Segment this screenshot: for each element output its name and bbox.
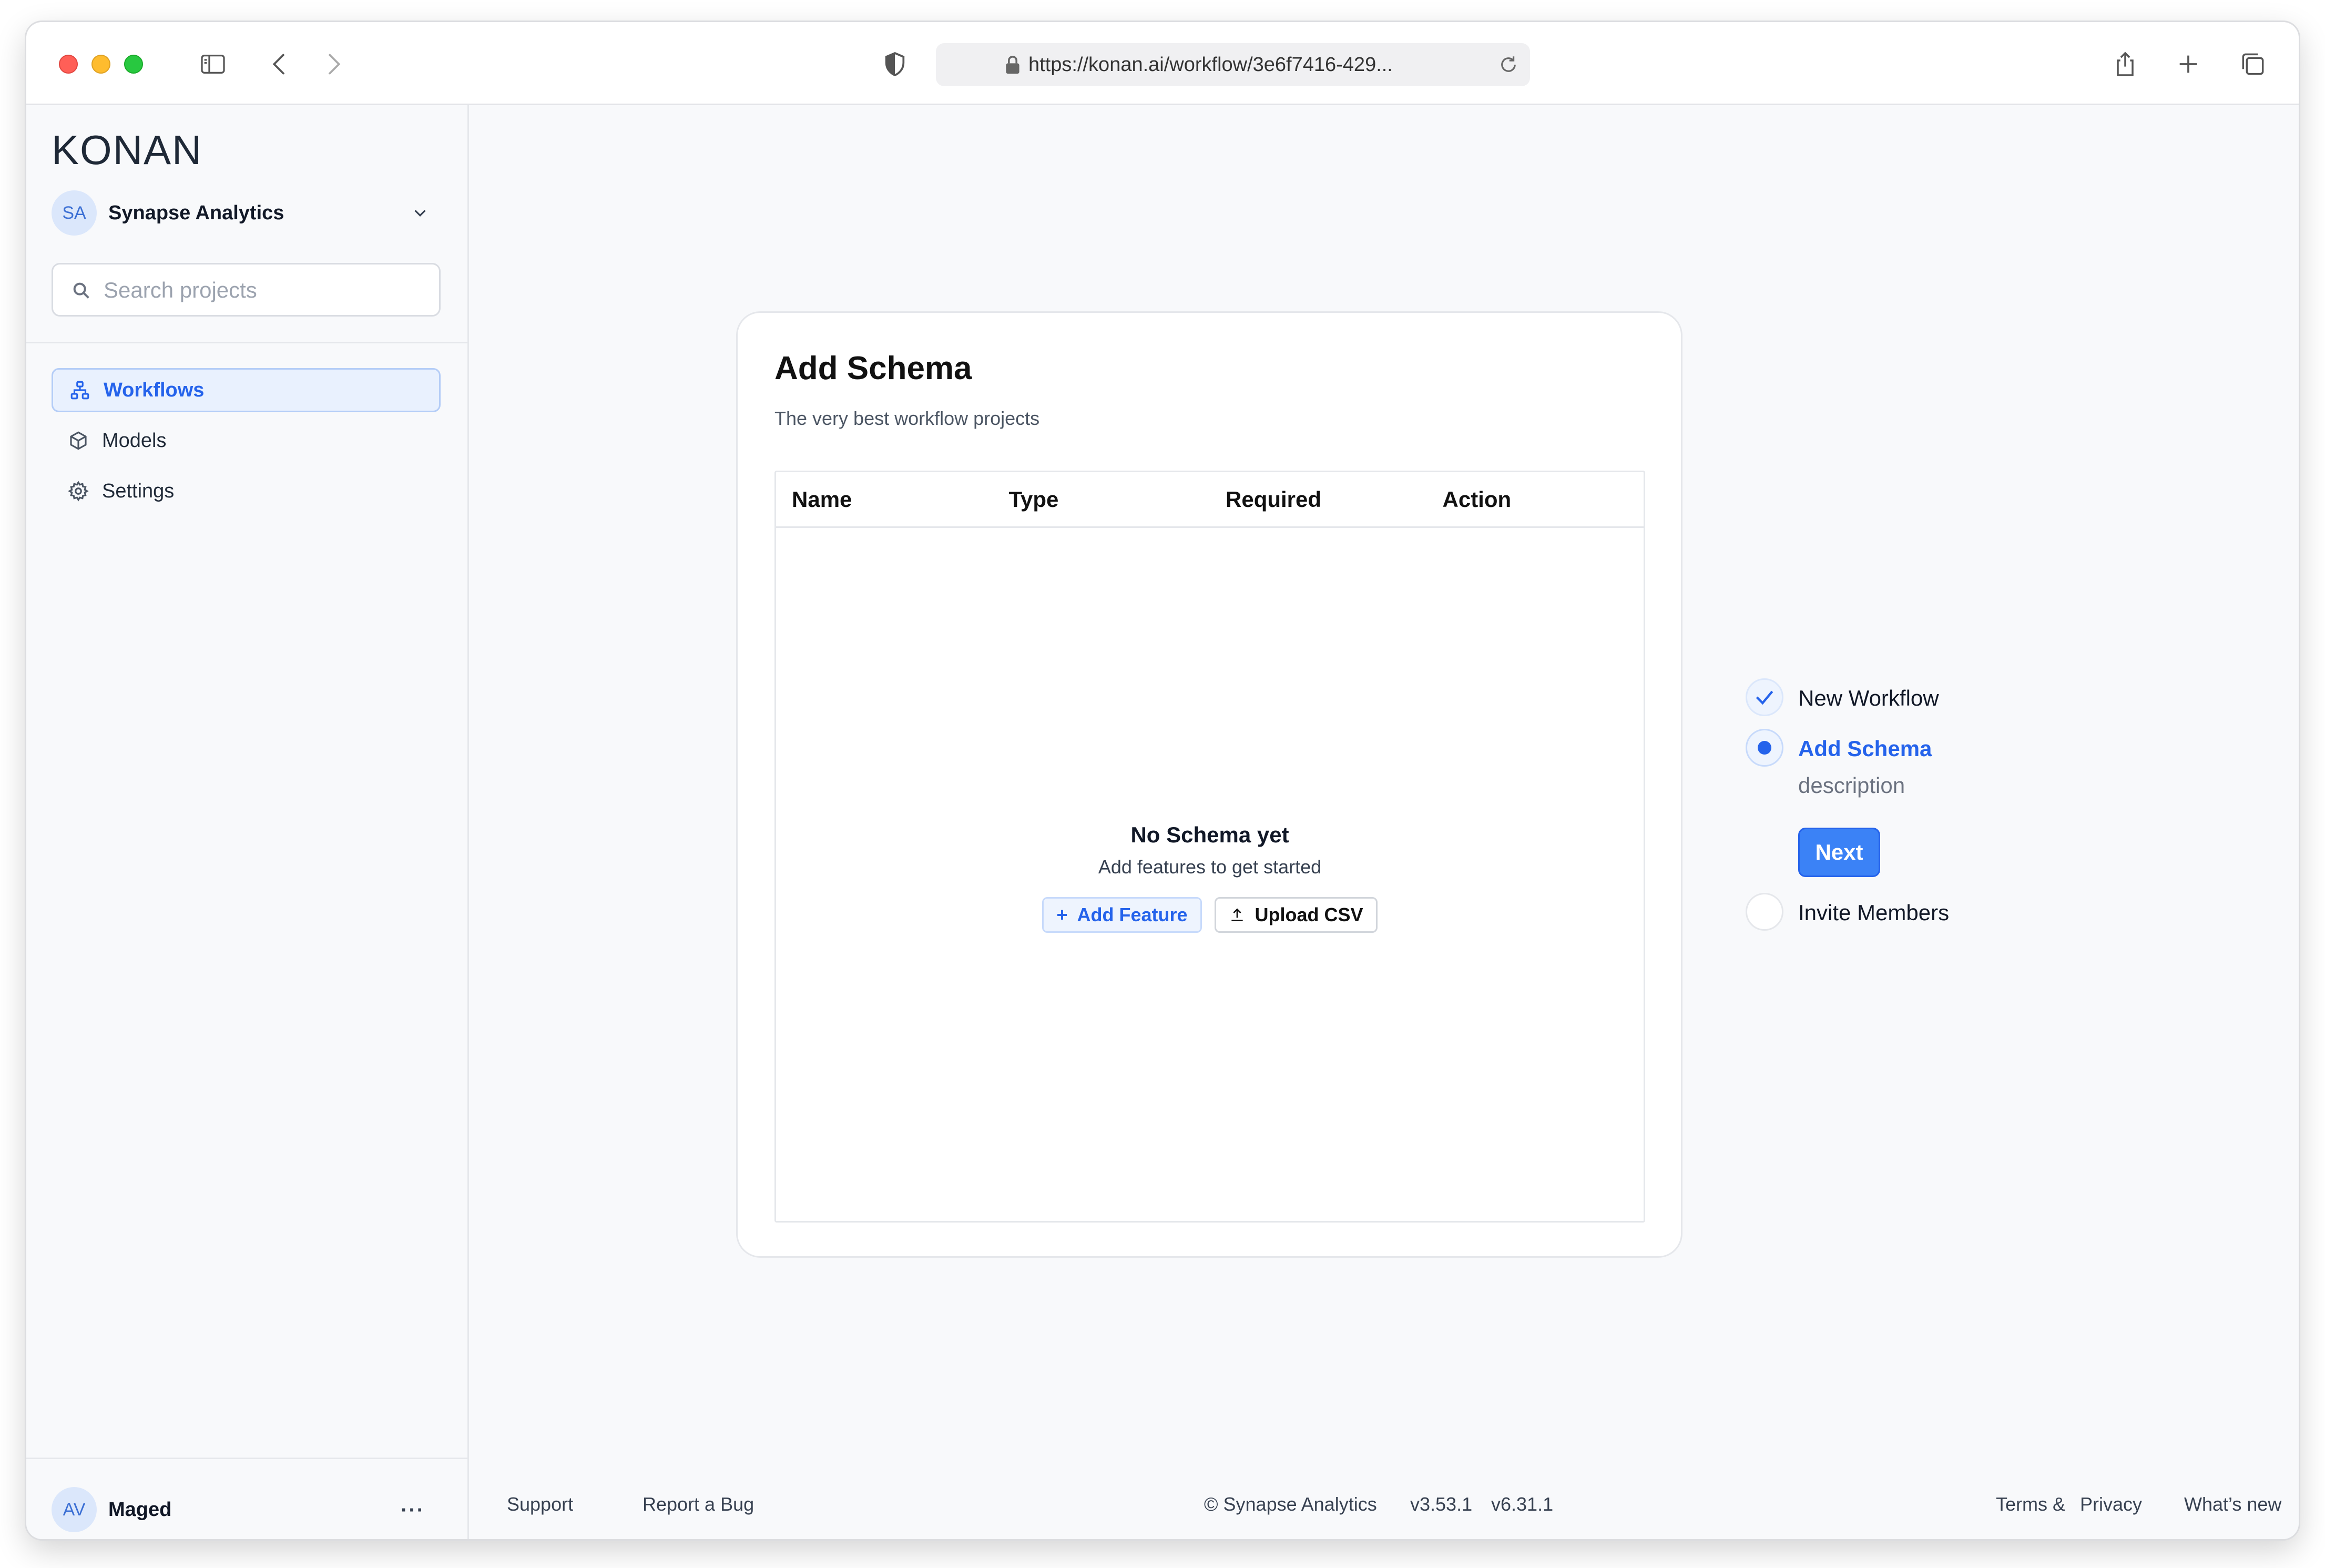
step-label: New Workflow <box>1798 686 1939 710</box>
table-header: Name Type Required Action <box>776 472 1644 528</box>
empty-state: No Schema yet Add features to get starte… <box>776 528 1644 1221</box>
sidebar-item-workflows[interactable]: Workflows <box>52 368 441 412</box>
sidebar-toggle-icon[interactable] <box>197 49 229 79</box>
empty-state-title: No Schema yet <box>1130 822 1289 847</box>
more-options-icon[interactable]: ··· <box>401 1499 425 1522</box>
add-schema-card: Add Schema The very best workflow projec… <box>736 311 1682 1258</box>
workflow-icon <box>70 381 89 400</box>
browser-window: https://konan.ai/workflow/3e6f7416-429..… <box>26 22 2299 1539</box>
new-tab-icon[interactable] <box>2173 49 2204 79</box>
upload-icon <box>1231 908 1243 921</box>
copyright-text: © Synapse Analytics <box>1204 1493 1377 1515</box>
org-switcher[interactable]: SA Synapse Analytics <box>52 189 441 237</box>
step-current-indicator <box>1746 729 1783 767</box>
minimize-window-button[interactable] <box>91 55 110 74</box>
step-add-schema[interactable]: Add Schema <box>1746 729 1932 767</box>
step-invite-members[interactable]: Invite Members <box>1746 893 1949 931</box>
shield-icon[interactable] <box>879 49 911 79</box>
sidebar-nav: Workflows Models Settings <box>52 368 441 520</box>
reload-icon[interactable] <box>1497 54 1520 76</box>
plus-icon: + <box>1056 904 1068 925</box>
empty-state-subtitle: Add features to get started <box>1098 856 1322 878</box>
sidebar-bottom-divider <box>26 1458 469 1459</box>
sidebar-item-label: Models <box>102 429 167 452</box>
sidebar-item-models[interactable]: Models <box>52 419 441 463</box>
column-header-name: Name <box>792 486 852 512</box>
report-bug-link[interactable]: Report a Bug <box>643 1493 754 1515</box>
user-avatar: AV <box>52 1487 97 1532</box>
address-bar[interactable]: https://konan.ai/workflow/3e6f7416-429..… <box>936 43 1530 86</box>
step-new-workflow[interactable]: New Workflow <box>1746 678 1939 716</box>
user-menu[interactable]: AV Maged ··· <box>52 1487 441 1532</box>
browser-toolbar: https://konan.ai/workflow/3e6f7416-429..… <box>26 22 2299 105</box>
step-pending-indicator <box>1746 893 1783 931</box>
check-icon <box>1756 690 1773 705</box>
search-box <box>52 263 441 317</box>
back-icon[interactable] <box>264 49 296 79</box>
tab-overview-icon[interactable] <box>2237 49 2269 79</box>
footer: Support Report a Bug © Synapse Analytics… <box>469 1493 2299 1525</box>
url-text: https://konan.ai/workflow/3e6f7416-429..… <box>1028 53 1393 76</box>
page-title: Add Schema <box>774 350 972 386</box>
upload-csv-button[interactable]: Upload CSV <box>1214 897 1378 933</box>
sidebar: KONAN SA Synapse Analytics Workflows Mod… <box>26 105 469 1539</box>
lock-icon <box>1006 56 1019 74</box>
step-description: description <box>1798 773 1905 798</box>
close-window-button[interactable] <box>59 55 78 74</box>
privacy-link[interactable]: Privacy <box>2080 1493 2142 1515</box>
forward-icon[interactable] <box>317 49 349 79</box>
step-label: Add Schema <box>1798 736 1932 761</box>
column-header-type: Type <box>1008 486 1059 512</box>
current-dot-icon <box>1758 741 1771 755</box>
search-icon <box>73 282 89 299</box>
sidebar-item-settings[interactable]: Settings <box>52 469 441 513</box>
org-name: Synapse Analytics <box>108 201 284 224</box>
terms-link[interactable]: Terms & <box>1996 1493 2065 1515</box>
user-name: Maged <box>108 1498 172 1521</box>
sidebar-divider <box>26 342 469 343</box>
version-text-2: v6.31.1 <box>1491 1493 1554 1515</box>
maximize-window-button[interactable] <box>124 55 143 74</box>
empty-state-actions: + Add Feature Upload CSV <box>776 897 1644 933</box>
konan-logo[interactable]: KONAN <box>52 126 202 174</box>
column-header-required: Required <box>1226 486 1322 512</box>
upload-csv-label: Upload CSV <box>1255 904 1363 925</box>
version-text: v3.53.1 <box>1410 1493 1473 1515</box>
column-header-action: Action <box>1442 486 1512 512</box>
cube-icon <box>70 431 87 450</box>
sidebar-item-label: Settings <box>102 480 175 502</box>
whats-new-link[interactable]: What’s new <box>2184 1493 2281 1515</box>
add-feature-label: Add Feature <box>1077 904 1188 925</box>
sidebar-item-label: Workflows <box>104 379 205 401</box>
share-icon[interactable] <box>2109 49 2141 79</box>
search-input[interactable] <box>104 274 419 307</box>
add-feature-button[interactable]: + Add Feature <box>1042 897 1202 933</box>
gear-icon <box>68 481 89 502</box>
step-done-indicator <box>1746 678 1783 716</box>
page-subtitle: The very best workflow projects <box>774 408 1040 429</box>
schema-table: Name Type Required Action No Schema yet … <box>774 471 1645 1223</box>
main-content: Add Schema The very best workflow projec… <box>469 105 2299 1539</box>
support-link[interactable]: Support <box>507 1493 573 1515</box>
chevron-down-icon[interactable] <box>410 203 430 223</box>
org-avatar: SA <box>52 190 97 236</box>
step-label: Invite Members <box>1798 900 1950 925</box>
next-button[interactable]: Next <box>1798 828 1880 877</box>
